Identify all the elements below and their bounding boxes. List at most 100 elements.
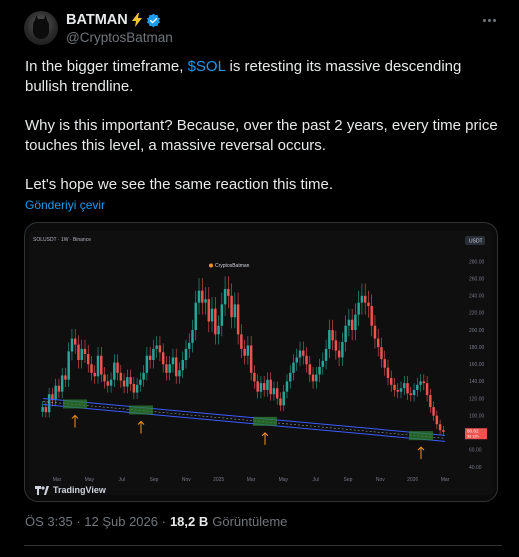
- candle-body: [438, 424, 442, 431]
- candle-body: [126, 377, 129, 387]
- author-avatar[interactable]: [24, 11, 58, 45]
- verified-badge-icon[interactable]: [146, 13, 161, 28]
- candle-body: [315, 374, 318, 382]
- author-display-name[interactable]: BATMAN: [66, 12, 128, 28]
- candle-body: [93, 372, 96, 377]
- candle-body: [220, 304, 224, 326]
- candle-body: [253, 372, 256, 382]
- y-tick-label: 100.00: [469, 413, 485, 419]
- candle-body: [383, 359, 386, 368]
- candle-body: [298, 350, 302, 358]
- candle-body: [390, 377, 393, 385]
- candle-body: [376, 338, 380, 348]
- candle-body: [148, 355, 152, 360]
- candle-body: [158, 345, 162, 353]
- candle-body: [207, 299, 211, 322]
- x-tick-label: Nov: [376, 477, 385, 483]
- candle-body: [380, 347, 383, 360]
- candle-body: [370, 306, 373, 326]
- candle-body: [243, 348, 246, 356]
- touch-zone: [63, 399, 87, 409]
- candle-body: [240, 334, 243, 349]
- candle-body: [341, 342, 344, 358]
- candle-body: [412, 389, 416, 396]
- chart-watermark: CryptosBatman: [215, 263, 250, 269]
- views-label: Görüntüleme: [212, 514, 288, 529]
- trendline-lower: [42, 404, 446, 442]
- candle-body: [214, 308, 217, 335]
- y-tick-label: 280.00: [469, 259, 485, 265]
- candle-body: [279, 398, 282, 406]
- candle-body: [60, 375, 64, 392]
- candle-body: [233, 304, 237, 318]
- lightning-emoji-icon: [131, 13, 142, 27]
- candle-body: [373, 325, 377, 339]
- candle-body: [246, 345, 250, 356]
- candle-body: [142, 372, 145, 380]
- tweet-media[interactable]: SOLUSDT · 1W · Binance USDT 280.00 260.00 24…: [24, 222, 498, 502]
- candle-body: [139, 379, 142, 385]
- trendline-mid: [42, 401, 446, 439]
- x-tick-label: 2025: [213, 477, 224, 483]
- x-tick-label: Sep: [150, 477, 159, 483]
- tweet-paragraph-3: Let's hope we see the same reaction this…: [25, 176, 334, 193]
- candle-body: [87, 354, 90, 365]
- candle-body: [178, 370, 181, 377]
- cashtag-link[interactable]: $SOL: [188, 58, 226, 75]
- candle-body: [406, 383, 409, 394]
- currency-label: USDT: [469, 239, 483, 245]
- candle-body: [165, 364, 168, 373]
- tweet-paragraph-2: Why is this important? Because, over the…: [25, 117, 498, 154]
- candle-body: [184, 348, 188, 360]
- candle-body: [416, 384, 419, 390]
- candle-body: [403, 383, 406, 389]
- x-tick-label: May: [85, 477, 95, 483]
- candle-body: [67, 351, 70, 380]
- candle-body: [363, 295, 367, 303]
- candle-body: [171, 357, 175, 365]
- x-tick-label: Jul: [312, 477, 318, 483]
- tweet-text: In the bigger timeframe, $SOL is retesti…: [25, 57, 505, 195]
- touch-zone: [129, 405, 153, 415]
- author-handle[interactable]: @CryptosBatman: [66, 30, 173, 45]
- candle-body: [302, 350, 305, 356]
- y-tick-label: 140.00: [469, 379, 485, 385]
- candle-body: [47, 394, 51, 413]
- y-tick-label: 120.00: [469, 396, 485, 402]
- candle-body: [80, 348, 83, 360]
- candle-body: [96, 355, 100, 377]
- candle-body: [191, 330, 194, 343]
- candle-body: [188, 342, 191, 349]
- x-tick-label: Nov: [182, 477, 191, 483]
- candle-body: [109, 379, 113, 386]
- candle-body: [41, 407, 44, 412]
- translate-post-link[interactable]: Gönderiyi çevir: [25, 198, 105, 212]
- candle-body: [106, 381, 110, 386]
- candle-body: [292, 362, 295, 373]
- x-tick-label: May: [279, 477, 289, 483]
- candle-body: [419, 381, 422, 385]
- candle-body: [103, 374, 106, 382]
- candle-body: [311, 374, 315, 382]
- more-options-icon[interactable]: [478, 10, 500, 30]
- candle-body: [399, 388, 403, 392]
- y-tick-label: 160.00: [469, 362, 485, 368]
- candle-body: [174, 357, 178, 377]
- candle-body: [285, 381, 289, 392]
- candle-body: [57, 385, 61, 392]
- x-tick-label: Jul: [118, 477, 124, 483]
- candle-body: [386, 367, 390, 378]
- candle-body: [145, 355, 149, 373]
- candle-body: [425, 383, 429, 396]
- candle-body: [337, 350, 341, 358]
- candle-body: [266, 379, 269, 390]
- candle-body: [201, 290, 204, 303]
- candle-body: [360, 295, 364, 303]
- candle-body: [210, 308, 214, 322]
- tweet-timestamp[interactable]: ÖS 3:35 · 12 Şub 2026 ·: [25, 514, 166, 529]
- text-segment: In the bigger timeframe,: [25, 58, 188, 75]
- tweet-paragraph-1: In the bigger timeframe, $SOL is retesti…: [25, 57, 505, 97]
- tradingview-label: TradingView: [53, 485, 106, 495]
- candle-body: [217, 325, 220, 335]
- dot: [487, 18, 491, 22]
